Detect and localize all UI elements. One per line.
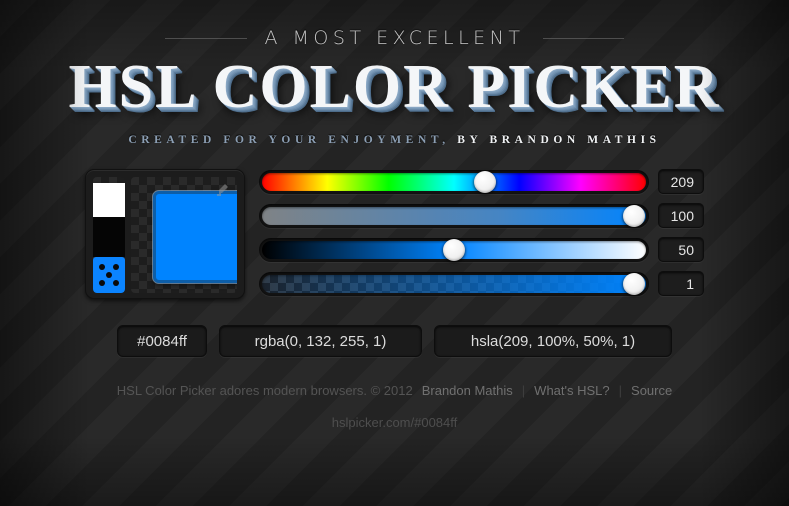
footer-whats-hsl-link[interactable]: What's HSL? — [534, 383, 609, 398]
dice-pip — [106, 272, 112, 279]
footer-source-link[interactable]: Source — [631, 383, 672, 398]
hsla-output-input[interactable]: hsla(209, 100%, 50%, 1) — [434, 325, 672, 358]
footer-credit-line: HSL Color Picker adores modern browsers.… — [0, 383, 789, 398]
footer-separator: | — [521, 383, 526, 399]
footer-url[interactable]: hslpicker.com/#0084ff — [0, 415, 789, 430]
black-swatch-button[interactable] — [93, 217, 125, 258]
hex-output-input[interactable]: #0084ff — [117, 325, 207, 358]
byline-author: BY BRANDON MATHIS — [457, 134, 661, 147]
slider-row-saturation: 100 — [259, 203, 704, 229]
eyebrow-text: A MOST EXCELLENT — [264, 27, 525, 49]
footer-author-link[interactable]: Brandon Mathis — [422, 383, 513, 398]
output-row: #0084ff rgba(0, 132, 255, 1) hsla(209, 1… — [0, 325, 789, 358]
saturation-slider-handle[interactable] — [623, 204, 646, 227]
slider-row-lightness: 50 — [259, 237, 704, 263]
hue-slider[interactable] — [259, 169, 649, 194]
footer-credit-text: HSL Color Picker adores modern browsers.… — [116, 383, 413, 399]
rule-right — [542, 37, 624, 39]
slider-row-alpha: 1 — [259, 271, 704, 297]
alpha-value-input[interactable]: 1 — [658, 271, 704, 297]
byline: CREATED FOR YOUR ENJOYMENT, BY BRANDON M… — [0, 134, 789, 146]
rgba-output-input[interactable]: rgba(0, 132, 255, 1) — [219, 325, 422, 358]
saturation-slider[interactable] — [259, 203, 649, 228]
page-header: A MOST EXCELLENT HSL COLOR PICKER CREATE… — [0, 0, 789, 146]
page-title: HSL COLOR PICKER — [68, 53, 721, 121]
sliders-group: 209 100 50 1 — [259, 169, 704, 297]
alpha-slider[interactable] — [259, 271, 649, 296]
saturation-track — [262, 206, 646, 225]
lightness-slider[interactable] — [259, 237, 649, 262]
lightness-slider-handle[interactable] — [443, 238, 465, 261]
alpha-slider-handle[interactable] — [623, 272, 646, 295]
swatch-panel — [85, 169, 245, 300]
dice-pip — [99, 264, 105, 271]
swatch-column — [93, 177, 125, 294]
dice-five-icon[interactable] — [93, 257, 125, 294]
hue-value-input[interactable]: 209 — [658, 169, 704, 195]
byline-prefix: CREATED FOR YOUR ENJOYMENT, — [128, 134, 450, 147]
hue-slider-handle[interactable] — [474, 170, 497, 193]
saturation-value-input[interactable]: 100 — [658, 203, 704, 229]
preview-area — [131, 177, 237, 294]
eyebrow-row: A MOST EXCELLENT — [0, 27, 789, 49]
footer-separator: | — [618, 383, 623, 399]
app-root: A MOST EXCELLENT HSL COLOR PICKER CREATE… — [0, 0, 789, 506]
white-swatch-button[interactable] — [93, 183, 125, 218]
picker-row: 209 100 50 1 — [0, 169, 789, 300]
page-footer: HSL Color Picker adores modern browsers.… — [0, 383, 789, 430]
alpha-track-gradient — [262, 274, 646, 293]
lightness-value-input[interactable]: 50 — [658, 237, 704, 263]
color-preview-swatch[interactable] — [153, 191, 237, 284]
rule-left — [165, 37, 247, 39]
dice-pip — [99, 280, 105, 287]
slider-row-hue: 209 — [259, 169, 704, 195]
hue-track — [262, 172, 646, 191]
eyedropper-icon[interactable] — [213, 181, 231, 199]
dice-pip — [113, 280, 119, 287]
dice-pip — [113, 264, 119, 271]
